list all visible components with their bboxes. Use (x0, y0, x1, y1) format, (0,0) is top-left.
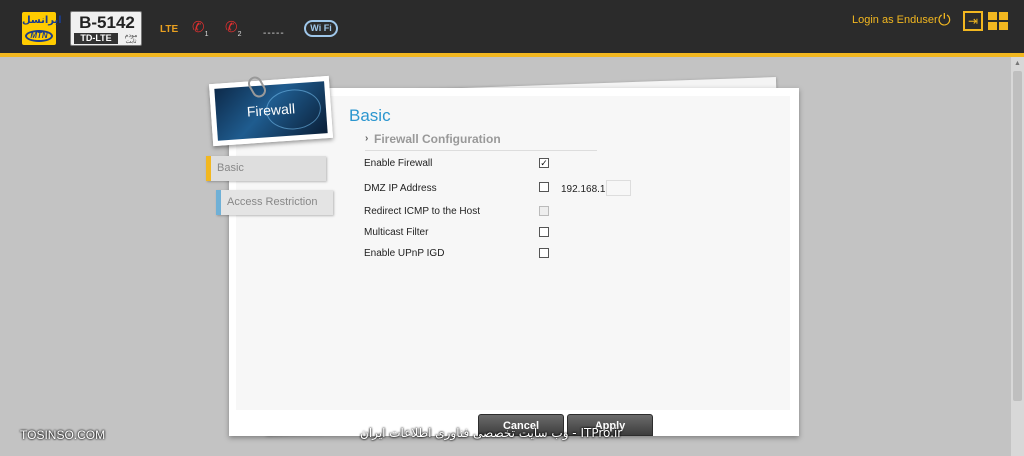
dmz-ip-label: DMZ IP Address (364, 183, 437, 194)
tab-access-restriction[interactable]: Access Restriction (216, 190, 333, 215)
section-title: › Firewall Configuration (365, 131, 597, 151)
phone-blocked-icon: ✆2 (225, 19, 242, 38)
multicast-filter-label: Multicast Filter (364, 227, 429, 238)
network-type-label: LTE (160, 24, 179, 35)
firewall-badge: Firewall (208, 75, 334, 147)
power-icon[interactable]: ⏻ (938, 12, 956, 30)
phone-line-1-label: 1 (204, 31, 209, 38)
brand-en-text: MTN (30, 31, 48, 40)
login-status-text: Login as Enduser (852, 14, 938, 26)
mtn-logo: ایرانسل MTN (22, 12, 62, 45)
wifi-icon[interactable]: Wi Fi (304, 20, 338, 37)
top-header: ایرانسل MTN B-5142 TD-LTE مودم ثابت LTE … (0, 0, 1024, 56)
dmz-ip-checkbox[interactable] (539, 182, 549, 192)
logout-icon[interactable]: ⇥ (963, 11, 983, 31)
redirect-icmp-checkbox (539, 206, 549, 216)
scroll-up-icon[interactable]: ▲ (1011, 57, 1024, 70)
tab-basic[interactable]: Basic (206, 156, 326, 181)
model-sub-label: مودم ثابت (124, 33, 138, 45)
enable-firewall-checkbox[interactable]: ✓ (539, 158, 549, 168)
watermark-left: TOSINSO.COM (20, 428, 106, 442)
model-name: B-5142 (79, 13, 135, 32)
enable-upnp-checkbox[interactable] (539, 248, 549, 258)
firewall-badge-image: Firewall (214, 81, 328, 141)
page-title: Basic (349, 106, 391, 125)
enable-firewall-label: Enable Firewall (364, 158, 433, 169)
page-scrollbar[interactable]: ▲ (1011, 57, 1024, 456)
section-title-text: Firewall Configuration (374, 132, 501, 146)
dmz-ip-prefix: 192.168.1. (561, 184, 609, 195)
signal-placeholder: ----- (263, 28, 285, 39)
redirect-icmp-label: Redirect ICMP to the Host (364, 206, 480, 217)
brand-fa-text: ایرانسل (22, 15, 62, 26)
model-box: B-5142 TD-LTE مودم ثابت (70, 11, 142, 46)
header-accent-stripe (0, 53, 1024, 57)
phone-blocked-icon: ✆1 (192, 19, 209, 38)
phone-line-2-label: 2 (237, 31, 242, 38)
dmz-ip-last-octet-input[interactable] (606, 180, 631, 196)
scroll-thumb[interactable] (1013, 71, 1022, 401)
chevron-right-icon: › (365, 133, 369, 144)
multicast-filter-checkbox[interactable] (539, 227, 549, 237)
technology-label: TD-LTE (74, 33, 118, 44)
enable-upnp-label: Enable UPnP IGD (364, 248, 445, 259)
watermark-center: ITPro.ir - وب سایت تخصصی فناوری اطلاعات … (360, 426, 623, 440)
menu-grid-icon[interactable] (988, 12, 1008, 30)
